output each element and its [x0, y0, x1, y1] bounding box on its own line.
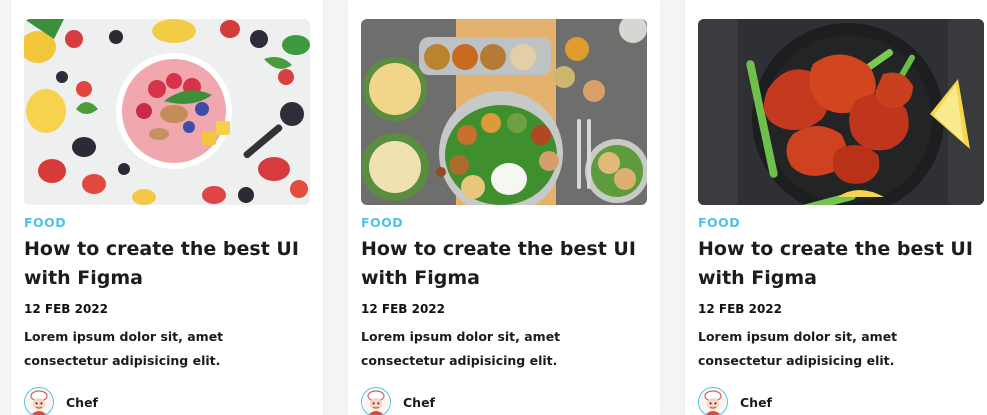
card-date: 12 FEB 2022: [24, 302, 108, 316]
card-excerpt: Lorem ipsum dolor sit, amet consectetur …: [24, 329, 224, 368]
author-name[interactable]: Chef: [740, 395, 772, 410]
chef-avatar-icon: [361, 387, 391, 415]
card-author[interactable]: Chef: [24, 385, 310, 415]
author-name[interactable]: Chef: [66, 395, 98, 410]
card-date: 12 FEB 2022: [361, 302, 445, 316]
author-name[interactable]: Chef: [403, 395, 435, 410]
card-excerpt: Lorem ipsum dolor sit, amet consectetur …: [698, 329, 898, 368]
card-title[interactable]: How to create the best UI with Figma: [24, 235, 310, 293]
card-category[interactable]: FOOD: [698, 215, 984, 231]
card-title[interactable]: How to create the best UI with Figma: [361, 235, 647, 293]
blog-card[interactable]: FOOD How to create the best UI with Figm…: [11, 0, 323, 415]
card-date: 12 FEB 2022: [698, 302, 782, 316]
indian-thali-image[interactable]: [361, 19, 647, 205]
fruit-bowl-image[interactable]: [24, 19, 310, 205]
blog-card[interactable]: FOOD How to create the best UI with Figm…: [348, 0, 660, 415]
card-category[interactable]: FOOD: [24, 215, 310, 231]
card-excerpt: Lorem ipsum dolor sit, amet consectetur …: [361, 329, 561, 368]
chilli-chicken-photo-icon: [698, 19, 984, 205]
blog-card[interactable]: FOOD How to create the best UI with Figm…: [685, 0, 987, 415]
indian-thali-photo-icon: [361, 19, 647, 205]
card-author[interactable]: Chef: [698, 385, 984, 415]
blog-card-grid: FOOD How to create the best UI with Figm…: [0, 0, 987, 415]
card-category[interactable]: FOOD: [361, 215, 647, 231]
chef-avatar-icon: [24, 387, 54, 415]
card-title[interactable]: How to create the best UI with Figma: [698, 235, 984, 293]
chef-avatar-icon: [698, 387, 728, 415]
card-author[interactable]: Chef: [361, 385, 647, 415]
fruit-bowl-photo-icon: [24, 19, 310, 205]
chilli-chicken-image[interactable]: [698, 19, 984, 205]
